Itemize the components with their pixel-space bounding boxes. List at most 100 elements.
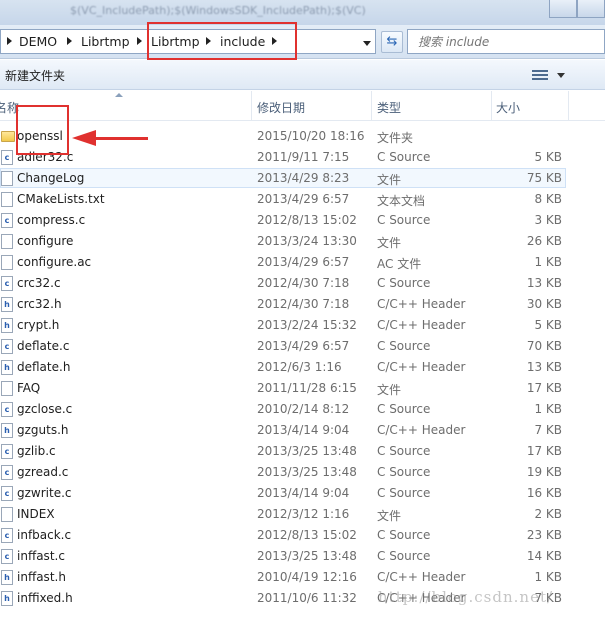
file-row[interactable]: c compress.c 2012/8/13 15:02 C Source 3 KB bbox=[0, 210, 605, 231]
file-row[interactable]: c adler32.c 2011/9/11 7:15 C Source 5 KB bbox=[0, 147, 605, 168]
file-type: C Source bbox=[377, 549, 431, 563]
file-type: C Source bbox=[377, 444, 431, 458]
column-divider[interactable] bbox=[491, 91, 492, 121]
file-row[interactable]: configure.ac 2013/4/29 6:57 AC 文件 1 KB bbox=[0, 252, 605, 273]
file-row[interactable]: c deflate.c 2013/4/29 6:57 C Source 70 KB bbox=[0, 336, 605, 357]
column-divider[interactable] bbox=[251, 91, 252, 121]
minimize-button[interactable] bbox=[549, 0, 577, 18]
file-row[interactable]: configure 2013/3/24 13:30 文件 26 KB bbox=[0, 231, 605, 252]
annotation-arrow-head bbox=[72, 130, 96, 146]
file-icon bbox=[1, 171, 13, 186]
file-type: 文件夹 bbox=[377, 131, 414, 145]
file-name: gzguts.h bbox=[17, 423, 69, 437]
file-date: 2013/3/25 13:48 bbox=[257, 444, 357, 458]
file-date: 2013/3/24 13:30 bbox=[257, 234, 357, 248]
file-date: 2013/4/14 9:04 bbox=[257, 486, 350, 500]
header-icon: h bbox=[1, 360, 13, 375]
header-icon: h bbox=[1, 318, 13, 333]
file-row[interactable]: c crc32.c 2012/4/30 7:18 C Source 13 KB bbox=[0, 273, 605, 294]
file-name: crc32.h bbox=[17, 297, 62, 311]
crumb-librtmp[interactable]: Librtmp bbox=[81, 34, 130, 49]
file-row[interactable]: c inffast.c 2013/3/25 13:48 C Source 14 KB bbox=[0, 546, 605, 567]
file-type: 文本文档 bbox=[377, 194, 426, 208]
file-row[interactable]: c gzclose.c 2010/2/14 8:12 C Source 1 KB bbox=[0, 399, 605, 420]
header-icon: h bbox=[1, 297, 13, 312]
file-row[interactable]: ChangeLog 2013/4/29 8:23 文件 75 KB bbox=[0, 168, 605, 189]
file-date: 2010/4/19 12:16 bbox=[257, 570, 357, 584]
file-size: 75 KB bbox=[526, 171, 562, 185]
watermark: http://blog.csdn.net/ bbox=[378, 588, 554, 606]
text-file-icon bbox=[1, 192, 13, 207]
file-type: C/C++ Header bbox=[377, 297, 466, 311]
file-type: C Source bbox=[377, 339, 431, 353]
new-folder-button[interactable]: 新建文件夹 bbox=[5, 67, 65, 84]
file-date: 2012/6/3 1:16 bbox=[257, 360, 342, 374]
file-size: 8 KB bbox=[534, 192, 562, 206]
file-name: deflate.c bbox=[17, 339, 70, 353]
breadcrumb-separator[interactable] bbox=[137, 37, 142, 45]
column-divider[interactable] bbox=[371, 91, 372, 121]
file-name: configure.ac bbox=[17, 255, 92, 269]
c-source-icon: c bbox=[1, 402, 13, 417]
file-row[interactable]: c gzread.c 2013/3/25 13:48 C Source 19 KB bbox=[0, 462, 605, 483]
file-date: 2012/3/12 1:16 bbox=[257, 507, 350, 521]
view-options-icon[interactable] bbox=[532, 70, 548, 81]
file-type: C/C++ Header bbox=[377, 360, 466, 374]
file-size: 70 KB bbox=[526, 339, 562, 353]
file-name: crc32.c bbox=[17, 276, 61, 290]
file-row[interactable]: INDEX 2012/3/12 1:16 文件 2 KB bbox=[0, 504, 605, 525]
file-type: 文件 bbox=[377, 236, 402, 250]
file-row[interactable]: h gzguts.h 2013/4/14 9:04 C/C++ Header 7 KB bbox=[0, 420, 605, 441]
file-size: 23 KB bbox=[526, 528, 562, 542]
file-row[interactable]: h crypt.h 2013/2/24 15:32 C/C++ Header 5 KB bbox=[0, 315, 605, 336]
crumb-demo[interactable]: DEMO bbox=[19, 34, 57, 49]
blurred-title: $(VC_IncludePath);$(WindowsSDK_IncludePa… bbox=[70, 4, 366, 17]
file-type: C Source bbox=[377, 213, 431, 227]
file-name: inffixed.h bbox=[17, 591, 73, 605]
refresh-button[interactable]: ⇆ bbox=[381, 31, 403, 53]
file-size: 17 KB bbox=[526, 444, 562, 458]
file-size: 13 KB bbox=[526, 360, 562, 374]
address-dropdown-icon[interactable] bbox=[363, 41, 371, 46]
c-source-icon: c bbox=[1, 528, 13, 543]
file-size: 7 KB bbox=[534, 423, 562, 437]
file-row[interactable]: h inffast.h 2010/4/19 12:16 C/C++ Header 1 K… bbox=[0, 567, 605, 588]
file-name: INDEX bbox=[17, 507, 55, 521]
file-name: CMakeLists.txt bbox=[17, 192, 105, 206]
file-type: C/C++ Header bbox=[377, 570, 466, 584]
file-name: crypt.h bbox=[17, 318, 60, 332]
maximize-button[interactable] bbox=[577, 0, 605, 18]
column-type[interactable]: 类型 bbox=[377, 99, 401, 116]
file-type: C Source bbox=[377, 276, 431, 290]
file-row[interactable]: CMakeLists.txt 2013/4/29 6:57 文本文档 8 KB bbox=[0, 189, 605, 210]
column-header: 名称 修改日期 类型 大小 bbox=[0, 91, 605, 121]
window-top-strip: $(VC_IncludePath);$(WindowsSDK_IncludePa… bbox=[0, 0, 605, 25]
c-source-icon: c bbox=[1, 549, 13, 564]
c-source-icon: c bbox=[1, 339, 13, 354]
c-source-icon: c bbox=[1, 276, 13, 291]
breadcrumb-separator[interactable] bbox=[7, 37, 12, 45]
column-divider[interactable] bbox=[568, 91, 569, 121]
column-size[interactable]: 大小 bbox=[496, 99, 520, 116]
file-date: 2012/8/13 15:02 bbox=[257, 528, 357, 542]
file-size: 1 KB bbox=[534, 255, 562, 269]
c-source-icon: c bbox=[1, 465, 13, 480]
file-row[interactable]: h crc32.h 2012/4/30 7:18 C/C++ Header 30 KB bbox=[0, 294, 605, 315]
file-row[interactable]: FAQ 2011/11/28 6:15 文件 17 KB bbox=[0, 378, 605, 399]
file-size: 30 KB bbox=[526, 297, 562, 311]
file-name: infback.c bbox=[17, 528, 72, 542]
file-name: ChangeLog bbox=[17, 171, 85, 185]
file-row[interactable]: h deflate.h 2012/6/3 1:16 C/C++ Header 13 KB bbox=[0, 357, 605, 378]
file-row[interactable]: c gzlib.c 2013/3/25 13:48 C Source 17 KB bbox=[0, 441, 605, 462]
search-box[interactable] bbox=[407, 29, 605, 54]
column-date[interactable]: 修改日期 bbox=[257, 99, 305, 116]
file-name: deflate.h bbox=[17, 360, 71, 374]
header-icon: h bbox=[1, 570, 13, 585]
file-size: 13 KB bbox=[526, 276, 562, 290]
breadcrumb-separator[interactable] bbox=[67, 37, 72, 45]
file-row[interactable]: c infback.c 2012/8/13 15:02 C Source 23 KB bbox=[0, 525, 605, 546]
search-input[interactable] bbox=[418, 33, 588, 51]
view-dropdown-icon[interactable] bbox=[557, 73, 565, 78]
annotation-arrow bbox=[94, 137, 148, 140]
file-row[interactable]: c gzwrite.c 2013/4/14 9:04 C Source 16 KB bbox=[0, 483, 605, 504]
